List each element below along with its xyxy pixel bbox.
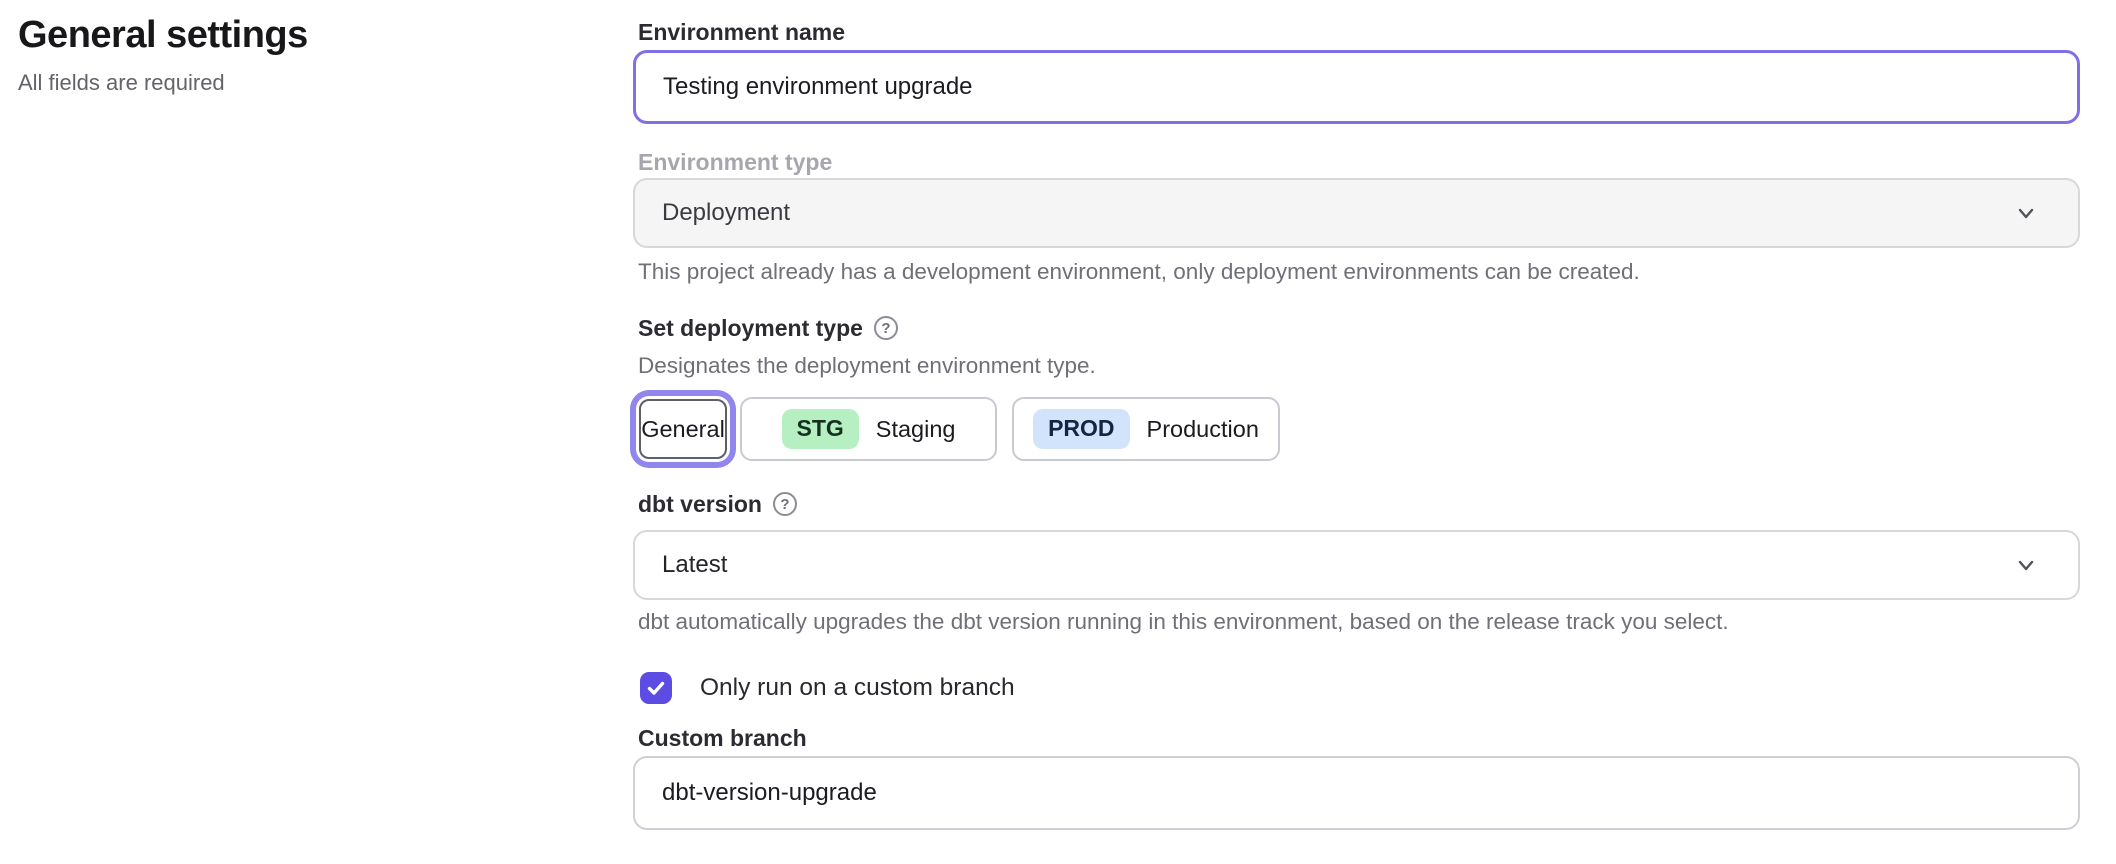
dbt-version-value: Latest: [662, 551, 2013, 579]
page-subtitle: All fields are required: [18, 70, 225, 96]
production-badge: PROD: [1033, 409, 1129, 448]
chevron-down-icon: [2013, 200, 2039, 226]
dbt-version-select[interactable]: Latest: [633, 530, 2080, 600]
custom-branch-input[interactable]: [633, 756, 2080, 830]
page-title: General settings: [18, 14, 308, 57]
environment-name-label: Environment name: [638, 18, 845, 46]
deployment-type-general-button[interactable]: General: [639, 399, 727, 459]
environment-type-value: Deployment: [662, 199, 2013, 227]
environment-name-input[interactable]: [633, 50, 2080, 124]
deployment-type-production-label: Production: [1147, 416, 1259, 443]
environment-type-helper: This project already has a development e…: [638, 258, 1640, 286]
staging-badge: STG: [782, 409, 859, 448]
deployment-type-production-button[interactable]: PROD Production: [1012, 397, 1280, 461]
deployment-type-staging-button[interactable]: STG Staging: [740, 397, 997, 461]
general-settings-page: General settings All fields are required…: [0, 0, 2116, 864]
deployment-type-label: Set deployment type ?: [638, 314, 898, 342]
custom-branch-checkbox[interactable]: [640, 672, 672, 704]
check-icon: [645, 677, 667, 699]
chevron-down-icon: [2013, 552, 2039, 578]
environment-type-select: Deployment: [633, 178, 2080, 248]
dbt-version-label: dbt version ?: [638, 490, 797, 518]
dbt-version-helper: dbt automatically upgrades the dbt versi…: [638, 608, 1729, 636]
deployment-type-staging-label: Staging: [876, 416, 956, 443]
custom-branch-checkbox-label[interactable]: Only run on a custom branch: [700, 674, 1015, 702]
custom-branch-label: Custom branch: [638, 724, 807, 752]
help-icon[interactable]: ?: [874, 316, 898, 340]
environment-type-label: Environment type: [638, 148, 832, 176]
deployment-type-general-label: General: [641, 416, 725, 443]
deployment-type-helper: Designates the deployment environment ty…: [638, 352, 1096, 380]
help-icon[interactable]: ?: [773, 492, 797, 516]
